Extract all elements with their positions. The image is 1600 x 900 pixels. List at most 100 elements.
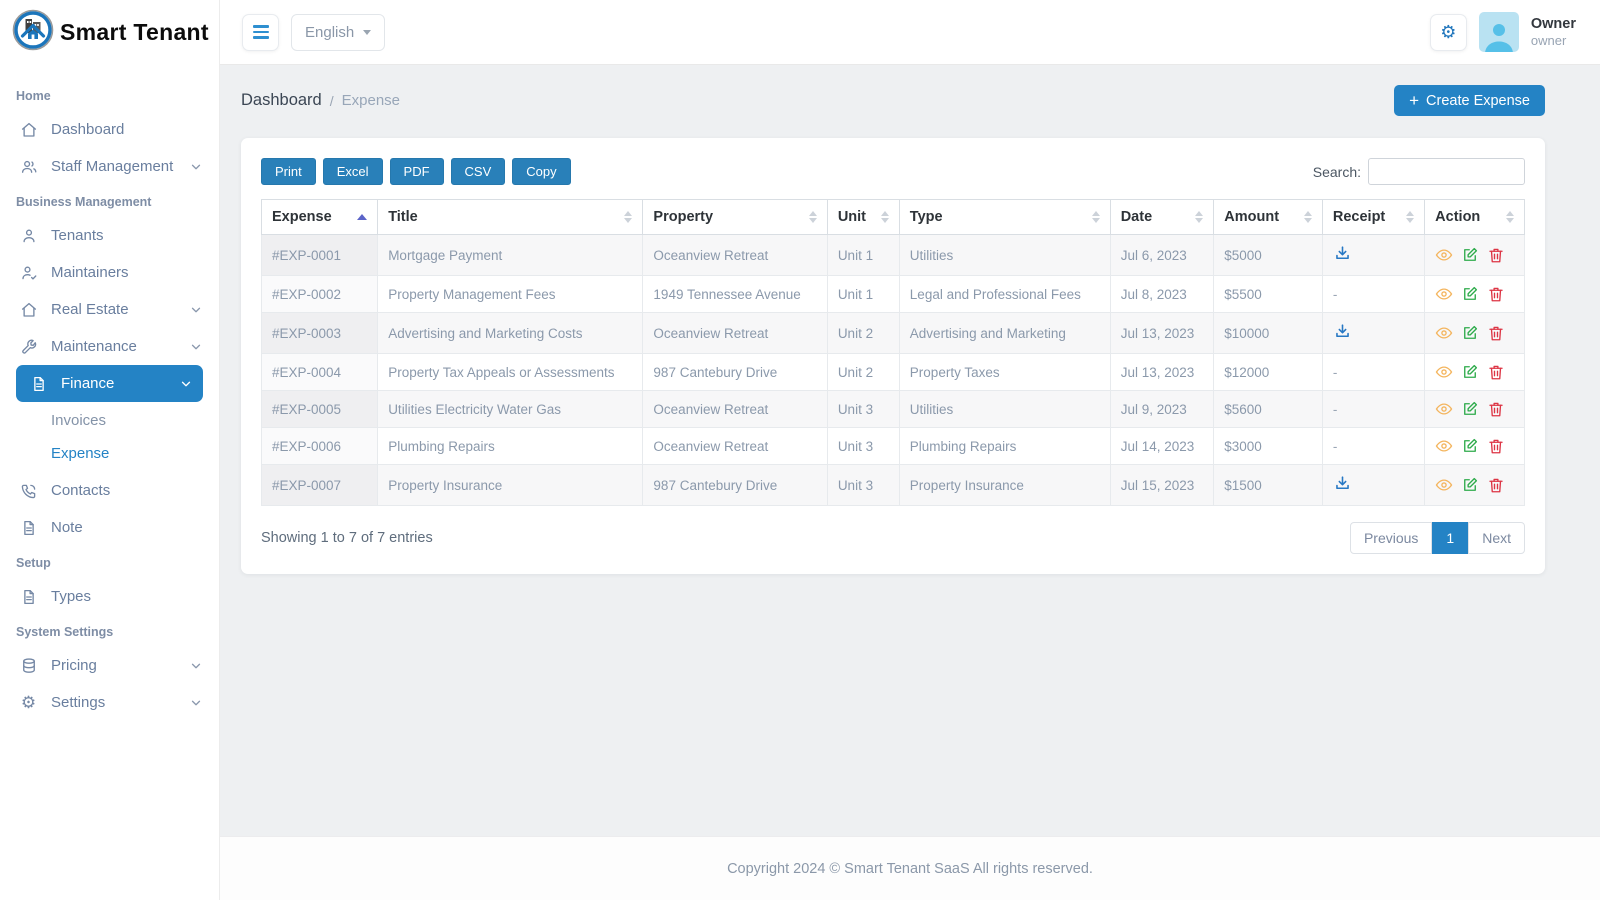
- user-avatar[interactable]: [1478, 12, 1519, 52]
- sidebar-item-label: Staff Management: [51, 158, 174, 175]
- search-input[interactable]: [1368, 158, 1525, 185]
- edit-button[interactable]: [1461, 246, 1479, 264]
- expense-table-card: Print Excel PDF CSV Copy Search: Expense…: [241, 138, 1545, 574]
- table-row: #EXP-0006 Plumbing Repairs Oceanview Ret…: [260, 427, 1525, 465]
- delete-button[interactable]: [1487, 246, 1505, 264]
- delete-button[interactable]: [1487, 400, 1505, 418]
- edit-button[interactable]: [1461, 285, 1479, 303]
- sort-icon: [624, 211, 633, 223]
- sidebar-item-settings[interactable]: ⚙ Settings: [0, 684, 219, 721]
- cell-amount: $12000: [1213, 353, 1323, 391]
- finance-submenu: Invoices Expense: [0, 402, 219, 472]
- chevron-down-icon: [189, 696, 203, 710]
- user-info[interactable]: Owner owner: [1531, 15, 1576, 49]
- pagination-page-1-button[interactable]: 1: [1432, 522, 1469, 554]
- language-dropdown[interactable]: English: [291, 13, 386, 51]
- view-button[interactable]: [1435, 476, 1453, 494]
- edit-button[interactable]: [1461, 363, 1479, 381]
- subitem-label: Invoices: [51, 412, 107, 429]
- column-header-expense[interactable]: Expense: [260, 199, 379, 235]
- sidebar-item-label: Dashboard: [51, 121, 125, 138]
- sidebar-item-types[interactable]: Types: [0, 578, 219, 615]
- sidebar-item-pricing[interactable]: Pricing: [0, 647, 219, 684]
- cell-expense-id: #EXP-0002: [260, 275, 379, 313]
- trash-icon: [1489, 478, 1503, 493]
- download-receipt-button[interactable]: [1333, 474, 1352, 493]
- cell-type: Utilities: [898, 390, 1111, 428]
- view-button[interactable]: [1435, 285, 1453, 303]
- delete-button[interactable]: [1487, 476, 1505, 494]
- sidebar-item-staff-management[interactable]: Staff Management: [0, 148, 219, 185]
- settings-gear-button[interactable]: ⚙: [1429, 13, 1467, 51]
- pagination-previous-button[interactable]: Previous: [1349, 522, 1433, 554]
- caret-down-icon: [363, 29, 372, 35]
- download-receipt-button[interactable]: [1333, 244, 1352, 263]
- cell-expense-id: #EXP-0001: [260, 234, 379, 276]
- column-header-date[interactable]: Date: [1109, 199, 1215, 235]
- delete-button[interactable]: [1487, 285, 1505, 303]
- column-header-receipt[interactable]: Receipt: [1321, 199, 1426, 235]
- sidebar-item-label: Contacts: [51, 482, 111, 499]
- excel-button[interactable]: Excel: [322, 158, 383, 185]
- sidebar-item-tenants[interactable]: Tenants: [0, 217, 219, 254]
- view-button[interactable]: [1435, 400, 1453, 418]
- pdf-button[interactable]: PDF: [389, 158, 444, 185]
- sidebar-item-dashboard[interactable]: Dashboard: [0, 111, 219, 148]
- column-header-property[interactable]: Property: [642, 199, 828, 235]
- sidebar-item-contacts[interactable]: Contacts: [0, 472, 219, 509]
- delete-button[interactable]: [1487, 363, 1505, 381]
- view-button[interactable]: [1435, 363, 1453, 381]
- csv-button[interactable]: CSV: [450, 158, 506, 185]
- sidebar-item-maintainers[interactable]: Maintainers: [0, 254, 219, 291]
- sidebar-subitem-expense[interactable]: Expense: [0, 437, 219, 470]
- cell-action: [1424, 464, 1525, 506]
- sort-asc-icon: [357, 214, 368, 220]
- sidebar-item-note[interactable]: Note: [0, 509, 219, 546]
- person-check-icon: [19, 263, 38, 282]
- sidebar-item-label: Real Estate: [51, 301, 129, 318]
- delete-button[interactable]: [1487, 324, 1505, 342]
- edit-button[interactable]: [1461, 437, 1479, 455]
- column-header-type[interactable]: Type: [898, 199, 1111, 235]
- app-title: Smart Tenant: [60, 19, 209, 45]
- print-button[interactable]: Print: [261, 158, 316, 185]
- edit-button[interactable]: [1461, 400, 1479, 418]
- sidebar-item-finance[interactable]: Finance: [16, 365, 203, 402]
- eye-icon: [1435, 249, 1453, 261]
- breadcrumb-dashboard[interactable]: Dashboard: [241, 91, 322, 110]
- edit-button[interactable]: [1461, 476, 1479, 494]
- edit-icon: [1464, 325, 1478, 339]
- sort-icon: [1506, 211, 1514, 223]
- column-header-action[interactable]: Action: [1424, 199, 1525, 235]
- person-silhouette-icon: [1485, 24, 1513, 52]
- pagination-next-button[interactable]: Next: [1468, 522, 1525, 554]
- column-header-amount[interactable]: Amount: [1213, 199, 1323, 235]
- cell-unit: Unit 3: [826, 464, 900, 506]
- file-icon: [29, 374, 48, 393]
- sort-icon: [1406, 211, 1415, 223]
- phone-icon: [19, 481, 38, 500]
- cell-amount: $5500: [1213, 275, 1323, 313]
- edit-icon: [1464, 364, 1478, 378]
- table-row: #EXP-0007 Property Insurance 987 Cantebu…: [260, 464, 1525, 506]
- sidebar-toggle-button[interactable]: [242, 13, 279, 51]
- column-header-unit[interactable]: Unit: [826, 199, 900, 235]
- view-button[interactable]: [1435, 437, 1453, 455]
- sidebar-subitem-invoices[interactable]: Invoices: [0, 404, 219, 437]
- cell-receipt: [1321, 234, 1426, 276]
- column-header-title[interactable]: Title: [377, 199, 644, 235]
- create-expense-button[interactable]: + Create Expense: [1394, 85, 1545, 116]
- cell-property: Oceanview Retreat: [642, 312, 828, 354]
- edit-button[interactable]: [1461, 324, 1479, 342]
- cell-property: Oceanview Retreat: [642, 234, 828, 276]
- sidebar-item-real-estate[interactable]: Real Estate: [0, 291, 219, 328]
- sidebar-item-maintenance[interactable]: Maintenance: [0, 328, 219, 365]
- view-button[interactable]: [1435, 324, 1453, 342]
- copy-button[interactable]: Copy: [512, 158, 571, 185]
- delete-button[interactable]: [1487, 437, 1505, 455]
- view-button[interactable]: [1435, 246, 1453, 264]
- sort-icon: [1303, 211, 1312, 223]
- brand[interactable]: Smart Tenant: [0, 0, 219, 65]
- download-receipt-button[interactable]: [1333, 322, 1352, 341]
- cell-type: Utilities: [898, 234, 1111, 276]
